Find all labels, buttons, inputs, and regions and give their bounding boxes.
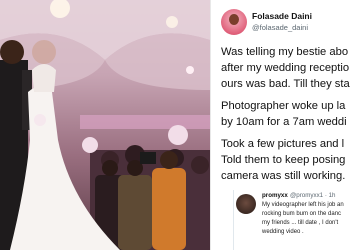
wedding-photo	[0, 0, 210, 250]
tweet-line: camera was still working.	[221, 170, 346, 182]
reply-text: My videographer left his job an rocking …	[262, 201, 350, 237]
author-name[interactable]: Folasade Daini	[252, 11, 312, 21]
reply-author-handle[interactable]: @promyxx1 · 1h	[290, 192, 335, 199]
wedding-scene	[0, 0, 210, 250]
tweet-line: Took a few pictures and l	[221, 138, 345, 150]
reply-line: rocking bum bum on the danc	[262, 211, 342, 217]
tweet-paragraph: Was telling my bestie abo after my weddi…	[221, 44, 350, 92]
reply-line: wedding video .	[262, 229, 304, 235]
tweet-line: Told them to keep posing	[221, 154, 346, 166]
tweet-card[interactable]: Folasade Daini @folasade_daini Was telli…	[210, 0, 350, 250]
author-avatar[interactable]	[221, 9, 247, 35]
tweet-paragraph: Photographer woke up la by 10am for a 7a…	[221, 98, 350, 130]
tweet-paragraph: Took a few pictures and l Told them to k…	[221, 136, 350, 184]
reply-avatar[interactable]	[236, 194, 256, 214]
tweet-line: ours was bad. Till they sta	[221, 78, 350, 90]
reply-author-name[interactable]: promyxx	[262, 192, 288, 199]
tweet-line: by 10am for a 7am weddi	[221, 116, 347, 128]
tweet-text: Was telling my bestie abo after my weddi…	[221, 44, 350, 190]
reply-line: My videographer left his job an	[262, 202, 344, 208]
tweet-line: after my wedding receptio	[221, 62, 350, 74]
tweet-line: Photographer woke up la	[221, 100, 346, 112]
author-handle[interactable]: @folasade_daini	[252, 23, 308, 32]
reply-line: my friends ... till date , I don't	[262, 220, 339, 226]
tweet-line: Was telling my bestie abo	[221, 46, 349, 58]
reply-card[interactable]: promyxx @promyxx1 · 1h My videographer l…	[233, 190, 350, 250]
